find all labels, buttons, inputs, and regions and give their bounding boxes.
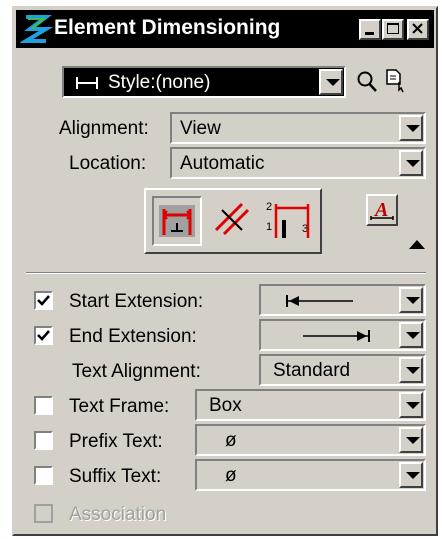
dimension-style-icon	[76, 77, 98, 89]
dimension-mode-1-button[interactable]	[152, 196, 202, 246]
chevron-down-icon[interactable]	[399, 150, 423, 176]
dimension-mode-toolbar: 2 1 3	[144, 188, 322, 254]
close-icon	[412, 23, 423, 34]
dimension-stacked-icon[interactable]: 2 1 3	[264, 198, 312, 244]
text-frame-checkbox[interactable]	[34, 396, 53, 415]
location-dropdown[interactable]: Automatic	[170, 147, 426, 179]
triangle-up-icon[interactable]	[408, 238, 426, 250]
style-dropdown[interactable]: Style:(none)	[62, 66, 346, 98]
style-value: Style:(none)	[108, 72, 211, 93]
chevron-down-icon[interactable]	[399, 462, 423, 488]
text-frame-value: Box	[209, 395, 242, 416]
chevron-down-icon[interactable]	[399, 287, 423, 313]
svg-text:2: 2	[266, 201, 272, 213]
chevron-down-icon[interactable]	[399, 115, 423, 141]
svg-text:1: 1	[266, 221, 272, 233]
page-cursor-icon[interactable]	[384, 68, 408, 94]
start-extension-dropdown[interactable]	[259, 284, 426, 316]
window-title: Element Dimensioning	[54, 16, 281, 39]
alignment-value: View	[180, 118, 221, 139]
text-frame-dropdown[interactable]: Box	[195, 389, 426, 421]
arrow-left-terminator-icon	[286, 295, 353, 307]
start-extension-checkbox[interactable]	[34, 291, 53, 310]
text-alignment-label: Text Alignment:	[72, 361, 201, 382]
suffix-text-checkbox[interactable]	[34, 466, 53, 485]
microstation-logo-icon	[20, 13, 54, 45]
arrow-right-terminator-icon	[303, 330, 370, 342]
location-value: Automatic	[180, 153, 265, 174]
text-settings-button[interactable]: A	[366, 194, 398, 226]
association-checkbox	[34, 504, 53, 523]
magnifier-icon[interactable]	[356, 70, 378, 94]
location-label: Location:	[69, 153, 147, 174]
section-divider	[26, 272, 426, 274]
prefix-text-value: ø	[225, 430, 237, 451]
maximize-button[interactable]	[382, 19, 404, 40]
end-extension-label: End Extension:	[69, 326, 197, 347]
prefix-text-label: Prefix Text:	[69, 431, 163, 452]
chevron-down-icon[interactable]	[399, 427, 423, 453]
chevron-down-icon[interactable]	[399, 392, 423, 418]
end-extension-checkbox[interactable]	[34, 326, 53, 345]
dimension-slash-icon[interactable]	[212, 200, 252, 240]
chevron-down-icon[interactable]	[399, 357, 423, 383]
title-bar[interactable]: Element Dimensioning	[16, 10, 434, 48]
close-button[interactable]	[407, 19, 429, 40]
suffix-text-value: ø	[225, 465, 237, 486]
chevron-down-icon[interactable]	[319, 69, 343, 95]
text-style-icon: A	[370, 199, 394, 221]
minimize-button[interactable]	[359, 19, 381, 40]
text-alignment-dropdown[interactable]: Standard	[259, 354, 426, 386]
text-alignment-value: Standard	[273, 360, 351, 381]
start-extension-label: Start Extension:	[69, 291, 204, 312]
text-frame-label: Text Frame:	[69, 396, 170, 417]
end-extension-dropdown[interactable]	[259, 319, 426, 351]
alignment-dropdown[interactable]: View	[170, 112, 426, 144]
checkmark-icon	[37, 330, 50, 341]
prefix-text-checkbox[interactable]	[34, 431, 53, 450]
dimension-extension-icon	[159, 205, 195, 237]
element-dimensioning-window: Element Dimensioning Style:(none) Alignm…	[12, 6, 438, 536]
prefix-text-dropdown[interactable]: ø	[195, 424, 426, 456]
chevron-down-icon[interactable]	[399, 322, 423, 348]
suffix-text-label: Suffix Text:	[69, 466, 162, 487]
alignment-label: Alignment:	[59, 118, 149, 139]
checkmark-icon	[37, 295, 50, 306]
association-label: Association	[69, 504, 167, 525]
suffix-text-dropdown[interactable]: ø	[195, 459, 426, 491]
